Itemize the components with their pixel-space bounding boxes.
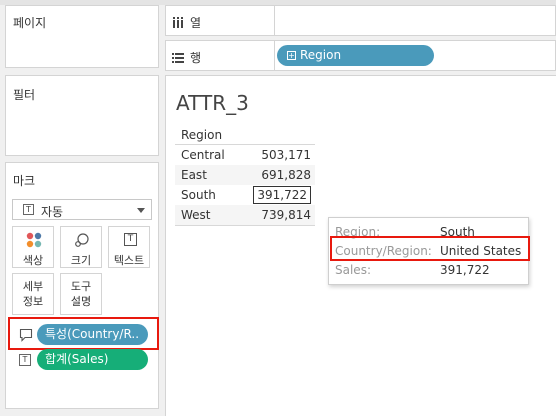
text-icon: T <box>19 354 31 366</box>
detail-button[interactable]: 세부 정보 <box>12 273 54 315</box>
color-button-label: 색상 <box>22 254 44 267</box>
row-label: West <box>181 208 211 222</box>
row-value-selected: 391,722 <box>253 186 311 204</box>
shelf-divider <box>274 41 275 70</box>
region-row-pill[interactable]: + Region <box>277 45 434 66</box>
table-header: Region <box>181 128 223 142</box>
sheet-title: ATTR_3 <box>176 91 249 115</box>
mark-type-value: 자동 <box>41 205 64 219</box>
row-label: East <box>181 168 207 182</box>
chevron-down-icon <box>137 208 145 213</box>
pages-card: 페이지 <box>5 5 159 68</box>
row-label: Central <box>181 148 225 162</box>
size-icon <box>74 232 90 248</box>
mark-type-dropdown[interactable]: T 자동 <box>12 199 152 220</box>
region-row-pill-label: Region <box>300 48 342 62</box>
columns-shelf[interactable]: 열 <box>165 5 556 36</box>
text-icon: T <box>23 204 34 215</box>
table-row[interactable]: Central 503,171 <box>175 145 315 165</box>
filters-title: 필터 <box>13 88 36 102</box>
size-button[interactable]: 크기 <box>60 226 102 268</box>
rows-icon <box>172 52 184 63</box>
color-button[interactable]: 색상 <box>12 226 54 268</box>
pages-title: 페이지 <box>13 16 47 30</box>
highlight-box-tooltip <box>330 236 530 261</box>
rows-shelf[interactable]: 행 + Region <box>165 40 556 71</box>
table-row[interactable]: East 691,828 <box>175 165 315 185</box>
table-bottom-divider <box>175 225 315 226</box>
tooltip-value: 391,722 <box>440 263 490 277</box>
tooltip-button[interactable]: 도구 설명 <box>60 273 102 315</box>
row-label: South <box>181 188 216 202</box>
row-value: 503,171 <box>261 148 311 162</box>
sales-field-pill[interactable]: 합계(Sales) <box>37 349 148 370</box>
tooltip-button-label: 도구 설명 <box>70 280 92 308</box>
columns-icon <box>172 17 184 28</box>
tooltip-row: Sales: 391,722 <box>335 263 490 277</box>
filters-card: 필터 <box>5 75 159 156</box>
text-icon: T <box>124 233 137 246</box>
detail-button-label: 세부 정보 <box>22 280 44 308</box>
size-button-label: 크기 <box>70 254 92 267</box>
rows-label: 행 <box>190 51 202 65</box>
tooltip-key: Sales: <box>335 263 371 277</box>
marks-title: 마크 <box>13 174 36 188</box>
table-row[interactable]: South 391,722 <box>175 185 315 205</box>
columns-label: 열 <box>190 16 202 30</box>
row-value: 739,814 <box>261 208 311 222</box>
expand-icon[interactable]: + <box>287 51 296 60</box>
row-value: 691,828 <box>261 168 311 182</box>
text-button[interactable]: T 텍스트 <box>108 226 150 268</box>
shelf-divider <box>274 6 275 35</box>
text-button-label: 텍스트 <box>113 254 145 267</box>
highlight-box-field <box>8 317 159 350</box>
color-dots-icon <box>26 232 42 248</box>
table-row[interactable]: West 739,814 <box>175 205 315 225</box>
